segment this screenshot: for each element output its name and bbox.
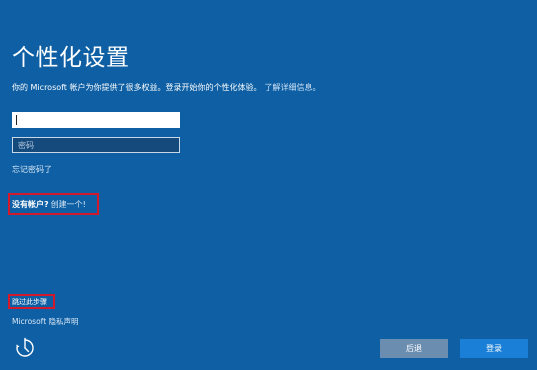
text-caret bbox=[16, 115, 17, 125]
no-account-label: 没有帐户? bbox=[12, 200, 49, 209]
privacy-statement-link[interactable]: Microsoft 隐私声明 bbox=[12, 316, 79, 327]
ease-of-access-icon[interactable] bbox=[14, 337, 36, 359]
no-account-row: 没有帐户? 创建一个! bbox=[12, 199, 86, 210]
forgot-password-link[interactable]: 忘记密码了 bbox=[12, 164, 52, 175]
oobe-page: 个性化设置 你的 Microsoft 帐户为你提供了很多权益。登录开始你的个性化… bbox=[0, 0, 537, 370]
account-input[interactable] bbox=[12, 112, 180, 128]
create-account-link[interactable]: 创建一个! bbox=[51, 200, 86, 209]
page-subtitle: 你的 Microsoft 帐户为你提供了很多权益。登录开始你的个性化体验。 了解详… bbox=[12, 82, 321, 93]
back-button[interactable]: 后退 bbox=[380, 339, 448, 358]
sign-in-button[interactable]: 登录 bbox=[460, 339, 528, 358]
password-input[interactable] bbox=[12, 137, 180, 153]
skip-step-link[interactable]: 跳过此步骤 bbox=[12, 297, 47, 307]
subtitle-text: 你的 Microsoft 帐户为你提供了很多权益。登录开始你的个性化体验。 bbox=[12, 83, 262, 92]
learn-more-link[interactable]: 了解详细信息。 bbox=[265, 83, 321, 92]
page-title: 个性化设置 bbox=[12, 45, 130, 71]
